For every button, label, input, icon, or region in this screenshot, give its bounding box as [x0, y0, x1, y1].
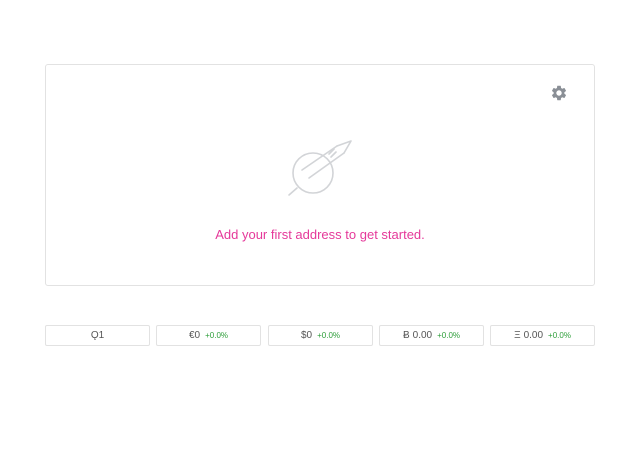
ticker-symbol: Ǫ	[90, 330, 99, 341]
price-ticker-bar: Ǫ 1 € 0 +0.0% $ 0 +0.0% Ƀ 0.00 +0.0% Ξ 0…	[45, 325, 595, 346]
ticker-btc[interactable]: Ƀ 0.00 +0.0%	[379, 325, 484, 346]
wallet-card: Add your first address to get started.	[45, 64, 595, 286]
ticker-change: +0.0%	[548, 331, 571, 340]
gear-icon[interactable]	[550, 84, 568, 102]
ticker-value: 0.00	[523, 330, 544, 341]
ticker-change: +0.0%	[317, 331, 341, 340]
planet-rocket-icon	[287, 140, 353, 198]
ticker-value: 0	[194, 330, 201, 341]
ticker-q[interactable]: Ǫ 1	[45, 325, 150, 346]
ticker-symbol: Ƀ	[402, 330, 410, 341]
ticker-value: 0.00	[412, 330, 433, 341]
ticker-eth[interactable]: Ξ 0.00 +0.0%	[490, 325, 595, 346]
ticker-symbol: Ξ	[514, 330, 521, 341]
ticker-usd[interactable]: $ 0 +0.0%	[268, 325, 373, 346]
ticker-eur[interactable]: € 0 +0.0%	[156, 325, 261, 346]
ticker-change: +0.0%	[437, 331, 461, 340]
ticker-value: 1	[98, 330, 105, 341]
ticker-change: +0.0%	[205, 331, 229, 340]
empty-state-message[interactable]: Add your first address to get started.	[46, 227, 594, 242]
ticker-value: 0	[306, 330, 313, 341]
